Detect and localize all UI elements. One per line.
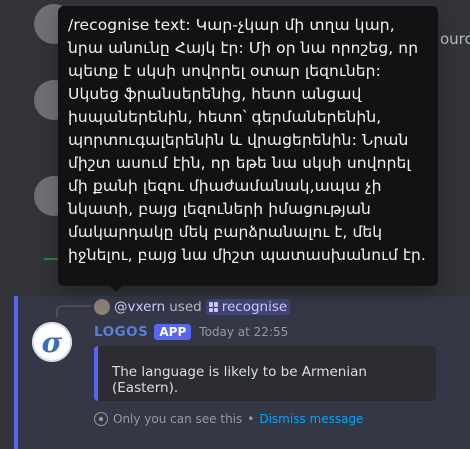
command-reply-row: @vxern used recognise	[94, 298, 291, 316]
command-tooltip: /recognise text: Կար-չկար մի տղա կար, նր…	[58, 6, 438, 286]
divider	[44, 258, 58, 260]
eye-icon	[94, 412, 108, 426]
reply-verb: used	[169, 299, 202, 315]
reply-connector	[56, 305, 92, 317]
embed: The language is likely to be Armenian (E…	[94, 346, 436, 401]
tooltip-text: /recognise text: Կար-չկար մի տղա կար, նր…	[68, 16, 426, 264]
app-badge: APP	[154, 324, 192, 340]
author-name[interactable]: LOGOS	[94, 324, 148, 340]
user-mention[interactable]: @vxern	[114, 299, 165, 315]
message-header: LOGOS APP Today at 22:55	[94, 324, 288, 340]
tooltip-arrow	[110, 286, 122, 292]
ephemeral-note: Only you can see this • Dismiss message	[94, 412, 363, 426]
bot-avatar[interactable]: σ	[32, 322, 72, 362]
timestamp[interactable]: Today at 22:55	[199, 325, 288, 339]
ephemeral-label: Only you can see this	[113, 412, 243, 426]
avatar[interactable]	[94, 299, 110, 315]
ephemeral-rail	[14, 296, 18, 449]
separator: •	[247, 412, 255, 426]
avatar-glyph: σ	[41, 325, 63, 359]
embed-text: The language is likely to be Armenian (E…	[112, 364, 367, 396]
app-command-icon	[208, 302, 219, 312]
command-name: recognise	[221, 299, 288, 315]
command-mention[interactable]: recognise	[205, 299, 291, 315]
background-text: ourc	[440, 30, 470, 48]
dismiss-message-link[interactable]: Dismiss message	[259, 412, 363, 426]
